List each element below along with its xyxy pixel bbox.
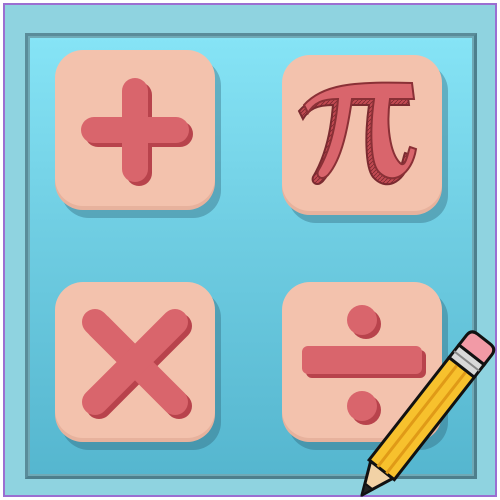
pi-icon (297, 81, 418, 186)
tile-plus[interactable] (55, 50, 215, 210)
pencil-icon (360, 330, 496, 497)
plus-icon (81, 78, 193, 186)
tile-multiply[interactable] (55, 282, 215, 442)
multiply-icon (82, 309, 192, 419)
tile-pi[interactable] (282, 55, 442, 215)
